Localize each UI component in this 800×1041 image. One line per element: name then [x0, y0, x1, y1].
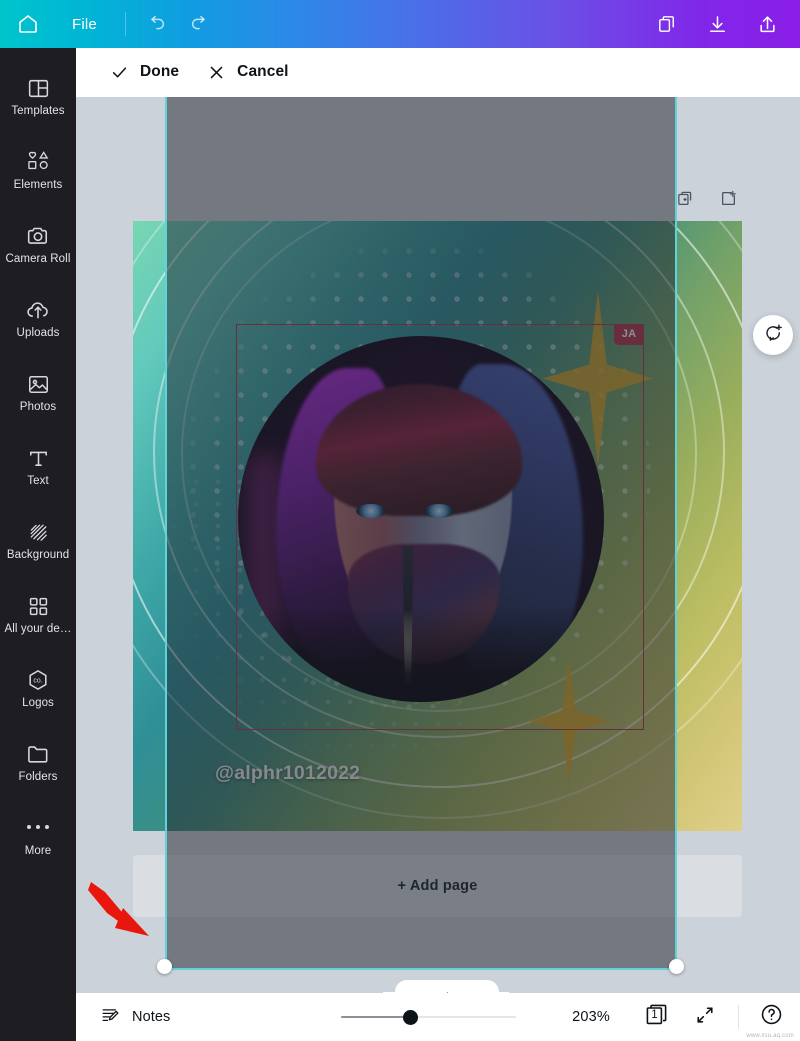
help-question-icon	[759, 1002, 784, 1032]
templates-icon	[26, 73, 51, 101]
sidebar-label: Folders	[18, 770, 58, 783]
add-page-icon[interactable]	[719, 189, 738, 208]
folder-icon	[25, 739, 51, 767]
sidebar-item-folders[interactable]: Folders	[0, 724, 76, 798]
top-header-bar: File	[0, 0, 800, 48]
sidebar-label: Logos	[22, 696, 54, 709]
zoom-level-label: 203%	[572, 1009, 610, 1025]
sidebar-label: Text	[27, 474, 49, 487]
design-page-1[interactable]: @alphr1012022 JA	[133, 221, 742, 831]
share-upload-icon	[756, 13, 779, 36]
text-t-icon	[26, 443, 51, 471]
sidebar-label: All your de…	[4, 622, 72, 635]
cloud-upload-icon	[25, 295, 51, 323]
zoom-slider-fill	[341, 1015, 412, 1019]
close-x-icon	[207, 63, 226, 82]
add-page-label: + Add page	[397, 878, 478, 894]
cancel-button[interactable]: Cancel	[195, 57, 300, 88]
sidebar-label: Uploads	[16, 326, 60, 339]
notes-button[interactable]: Notes	[100, 1005, 170, 1030]
notes-label: Notes	[132, 1009, 171, 1025]
sidebar-item-background[interactable]: Background	[0, 502, 76, 576]
sidebar-item-uploads[interactable]: Uploads	[0, 280, 76, 354]
sidebar-item-photos[interactable]: Photos	[0, 354, 76, 428]
canva-editor-window: File Templates Elements Camera Roll Uplo…	[0, 0, 800, 1041]
zoom-slider-knob[interactable]	[403, 1009, 419, 1025]
sidebar-item-logos[interactable]: co. Logos	[0, 650, 76, 724]
sidebar-item-all-your-designs[interactable]: All your de…	[0, 576, 76, 650]
cancel-label: Cancel	[237, 63, 289, 80]
file-menu-button[interactable]: File	[58, 10, 111, 39]
undo-arrow-icon	[145, 13, 167, 35]
grid-squares-icon	[26, 591, 51, 619]
bottombar-divider	[738, 1005, 739, 1029]
expand-fullscreen-icon	[694, 1004, 716, 1031]
add-page-strip[interactable]: + Add page	[133, 855, 742, 917]
logo-hexagon-co-icon: co.	[25, 665, 51, 693]
page-tools-row	[676, 189, 738, 208]
duplicate-page-icon[interactable]	[676, 189, 695, 208]
add-comment-icon	[763, 322, 784, 348]
download-icon	[706, 13, 729, 36]
design-handle-text[interactable]: @alphr1012022	[215, 762, 360, 785]
sidebar-label: Elements	[13, 178, 63, 191]
sidebar-label: Photos	[19, 400, 57, 413]
selected-element-frame[interactable]: JA	[236, 323, 645, 730]
elements-shapes-icon	[25, 147, 52, 175]
sidebar-label: More	[24, 844, 52, 857]
undo-button[interactable]	[134, 13, 178, 35]
bottom-toolbar: Notes 203% 1 www.ilsu.aq.com	[76, 993, 800, 1041]
page-number-label: 1	[651, 1009, 658, 1022]
duplicate-pages-button[interactable]	[642, 13, 692, 36]
home-button[interactable]	[0, 12, 56, 36]
home-icon	[16, 12, 40, 36]
site-watermark: www.ilsu.aq.com	[746, 1033, 794, 1039]
page-count-button[interactable]: 1	[644, 1002, 670, 1033]
notes-pencil-icon	[100, 1005, 121, 1030]
sidebar-item-text[interactable]: Text	[0, 428, 76, 502]
background-hatch-icon	[26, 517, 51, 545]
sidebar-item-elements[interactable]: Elements	[0, 132, 76, 206]
crop-handle-bottom-right[interactable]	[669, 959, 684, 974]
sidebar-item-camera-roll[interactable]: Camera Roll	[0, 206, 76, 280]
checkmark-icon	[110, 63, 129, 82]
more-dots-icon	[27, 813, 49, 841]
redo-arrow-icon	[189, 13, 211, 35]
sidebar-label: Templates	[11, 104, 65, 117]
photo-image-icon	[26, 369, 51, 397]
svg-text:co.: co.	[33, 677, 42, 684]
duplicate-pages-icon	[656, 13, 679, 36]
done-label: Done	[140, 63, 180, 80]
header-divider	[124, 12, 126, 36]
redo-button[interactable]	[178, 13, 222, 35]
crop-action-bar: Done Cancel	[76, 48, 800, 97]
sidebar-label: Camera Roll	[5, 252, 71, 265]
help-button[interactable]	[759, 1002, 784, 1032]
left-sidebar: Templates Elements Camera Roll Uploads P…	[0, 48, 76, 1041]
add-comment-button[interactable]	[753, 315, 793, 355]
share-button[interactable]	[742, 13, 792, 36]
sidebar-item-more[interactable]: More	[0, 798, 76, 872]
crop-handle-bottom-left[interactable]	[157, 959, 172, 974]
done-button[interactable]: Done	[98, 57, 191, 88]
camera-icon	[25, 221, 51, 249]
zoom-slider[interactable]	[341, 1009, 517, 1025]
sidebar-item-templates[interactable]: Templates	[0, 58, 76, 132]
sidebar-label: Background	[6, 548, 70, 561]
collaborator-badge: JA	[613, 323, 645, 345]
download-button[interactable]	[692, 13, 742, 36]
design-workspace[interactable]: @alphr1012022 JA + Add page	[76, 97, 800, 993]
fullscreen-button[interactable]	[694, 1004, 716, 1031]
